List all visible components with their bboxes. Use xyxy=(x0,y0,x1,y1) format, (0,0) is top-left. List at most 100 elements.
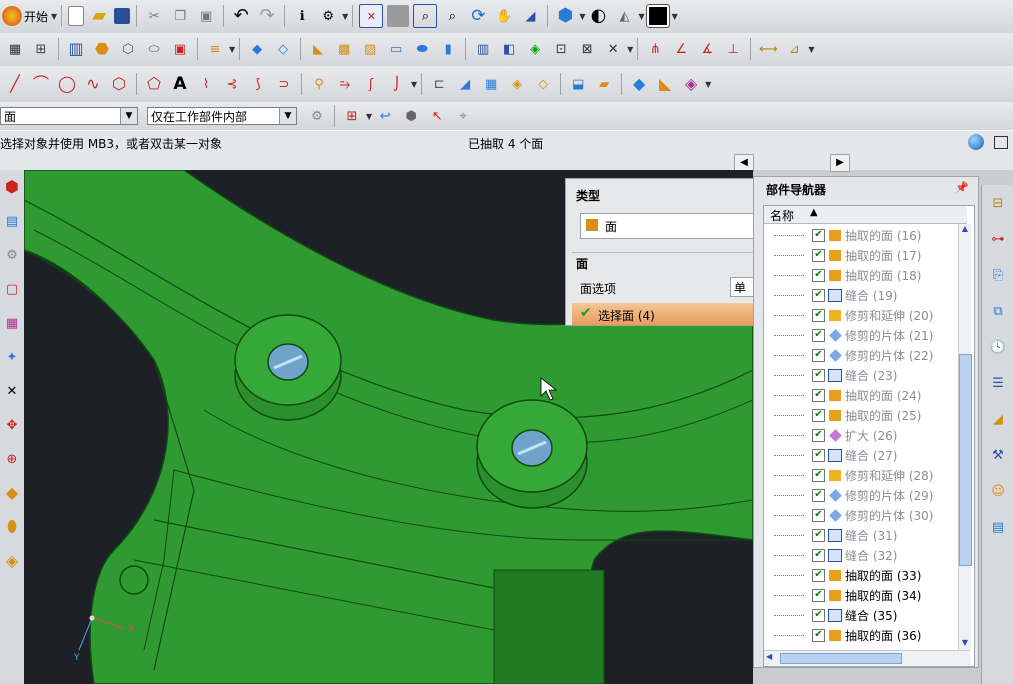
horizontal-scroll-thumb[interactable] xyxy=(780,653,902,664)
open-folder-icon[interactable]: ▰ xyxy=(88,5,110,27)
visibility-checkbox[interactable]: ✔ xyxy=(812,489,825,502)
navigator-item[interactable]: ✔ 修剪的片体 (29) xyxy=(774,486,964,505)
ruled-icon[interactable]: ⌡ xyxy=(386,73,408,95)
nav-right-button[interactable]: ▶ xyxy=(830,154,850,172)
view-cube-icon[interactable]: ⬢ xyxy=(554,5,576,27)
surface-icon[interactable]: ʃ xyxy=(360,73,382,95)
thicken-icon[interactable]: ◈ xyxy=(680,73,702,95)
visibility-checkbox[interactable]: ✔ xyxy=(812,289,825,302)
trim-body-icon[interactable]: ◇ xyxy=(532,73,554,95)
ellipse-icon[interactable]: ⬠ xyxy=(143,73,165,95)
datum-axis-icon[interactable]: ∡ xyxy=(696,38,718,60)
app-logo-icon[interactable] xyxy=(2,6,22,26)
cylinder-icon[interactable]: ⬣ xyxy=(91,38,113,60)
remove-face-icon[interactable]: ◈ xyxy=(1,550,23,572)
scroll-down-button[interactable]: ▼ xyxy=(959,638,971,650)
navigator-item[interactable]: ✔ 缝合 (31) xyxy=(774,526,964,545)
cube-select-icon[interactable]: ⬢ xyxy=(400,105,422,127)
navigator-item[interactable]: ✔ 修剪和延伸 (28) xyxy=(774,466,964,485)
sweep-icon[interactable]: ◢ xyxy=(454,73,476,95)
visibility-checkbox[interactable]: ✔ xyxy=(812,469,825,482)
navigator-item[interactable]: ✔ 抽取的面 (25) xyxy=(774,406,964,425)
face-section-header[interactable]: 面 xyxy=(576,255,588,272)
navigator-item[interactable]: ✔ 抽取的面 (17) xyxy=(774,246,964,265)
type-select[interactable]: 面 xyxy=(580,213,756,239)
navigator-item[interactable]: ✔ 缝合 (19) xyxy=(774,286,964,305)
scroll-left-button[interactable]: ◀ xyxy=(766,652,772,661)
visibility-checkbox[interactable]: ✔ xyxy=(812,569,825,582)
analysis-icon[interactable]: ⋔ xyxy=(644,38,666,60)
column-header[interactable]: 名称 ▲ xyxy=(764,206,967,224)
visibility-checkbox[interactable]: ✔ xyxy=(812,329,825,342)
new-file-icon[interactable] xyxy=(68,6,85,26)
history-icon[interactable]: 🕓 xyxy=(986,335,1010,359)
subtract-icon[interactable]: ▥ xyxy=(472,38,494,60)
visibility-checkbox[interactable]: ✔ xyxy=(812,309,825,322)
scroll-up-button[interactable]: ▲ xyxy=(959,224,971,236)
divide-icon[interactable]: ⥲ xyxy=(334,73,356,95)
arc-icon[interactable]: ⌒ xyxy=(30,73,52,95)
navigator-item[interactable]: ✔ 抽取的面 (18) xyxy=(774,266,964,285)
navigator-item[interactable]: ✔ 缝合 (35) xyxy=(774,606,964,625)
navigator-item[interactable]: ✔ 修剪的片体 (21) xyxy=(774,326,964,345)
feature-icon[interactable]: ⬡ xyxy=(117,38,139,60)
transform-icon[interactable]: ✦ xyxy=(1,346,23,368)
visibility-checkbox[interactable]: ✔ xyxy=(812,609,825,622)
boss-right[interactable] xyxy=(476,399,588,509)
redo-icon[interactable]: ↷ xyxy=(256,5,278,27)
offset-face-icon[interactable]: ◣ xyxy=(654,73,676,95)
type-section-header[interactable]: 类型 xyxy=(576,187,600,204)
undo-icon[interactable]: ↶ xyxy=(230,5,252,27)
pointer-icon[interactable]: ↖ xyxy=(426,105,448,127)
palette-icon[interactable]: ◢ xyxy=(986,407,1010,431)
visibility-checkbox[interactable]: ✔ xyxy=(812,269,825,282)
paste-icon[interactable]: ▣ xyxy=(195,5,217,27)
point-icon[interactable]: ⊥ xyxy=(722,38,744,60)
visibility-checkbox[interactable]: ✔ xyxy=(812,529,825,542)
through-curves-icon[interactable]: ⊏ xyxy=(428,73,450,95)
render-style-icon[interactable]: ◐ xyxy=(587,5,609,27)
join-icon[interactable]: ⊃ xyxy=(273,73,295,95)
filter-icon[interactable]: ⌖ xyxy=(452,105,474,127)
copy-icon[interactable]: ❐ xyxy=(169,5,191,27)
visibility-checkbox[interactable]: ✔ xyxy=(812,409,825,422)
spline-icon[interactable]: ∿ xyxy=(82,73,104,95)
circle-icon[interactable]: ◯ xyxy=(56,73,78,95)
process-studio-icon[interactable]: ⚒ xyxy=(986,443,1010,467)
line-icon[interactable]: ╱ xyxy=(4,73,26,95)
angle-icon[interactable]: ⊿ xyxy=(783,38,805,60)
block-icon[interactable]: ▥ xyxy=(65,38,87,60)
roles-icon[interactable]: ☺ xyxy=(986,479,1010,503)
zoom-area-icon[interactable]: ⌕ xyxy=(413,4,438,28)
distance-icon[interactable]: ⟷ xyxy=(757,38,779,60)
reuse-library-icon[interactable]: ⧉ xyxy=(986,299,1010,323)
extend-icon[interactable]: ⬓ xyxy=(567,73,589,95)
navigator-item[interactable]: ✔ 缝合 (27) xyxy=(774,446,964,465)
snap-point-icon[interactable]: ⊞ xyxy=(341,105,363,127)
unite-icon[interactable]: ▮ xyxy=(437,38,459,60)
shell-icon[interactable]: ◆ xyxy=(246,38,268,60)
gear-part-icon[interactable]: ⚙ xyxy=(1,244,23,266)
start-menu-button[interactable]: 开始 xyxy=(24,8,48,25)
zoom-icon[interactable]: ⌕ xyxy=(441,5,463,27)
pocket-icon[interactable]: ▩ xyxy=(333,38,355,60)
mesh-surface-icon[interactable]: ▦ xyxy=(1,312,23,334)
information-icon[interactable]: ℹ xyxy=(291,5,313,27)
navigator-item[interactable]: ✔ 缝合 (32) xyxy=(774,546,964,565)
scroll-thumb[interactable] xyxy=(959,354,972,566)
select-face-row[interactable]: ✔ 选择面 (4) xyxy=(572,303,754,325)
selection-scope-select[interactable]: 仅在工作部件内部 ▼ xyxy=(147,107,297,125)
axis-icon[interactable]: ⊡ xyxy=(550,38,572,60)
visibility-checkbox[interactable]: ✔ xyxy=(812,249,825,262)
shade-icon[interactable] xyxy=(387,5,410,27)
type-filter-select[interactable]: 面 ▼ xyxy=(0,107,138,125)
fit-icon[interactable]: ✕ xyxy=(359,4,384,28)
pan-icon[interactable]: ✋ xyxy=(493,5,515,27)
selection-settings-icon[interactable]: ⚙ xyxy=(306,105,328,127)
visibility-checkbox[interactable]: ✔ xyxy=(812,509,825,522)
window-icon[interactable] xyxy=(994,136,1008,149)
triad-icon[interactable]: ⊕ xyxy=(1,448,23,470)
text-icon[interactable]: A xyxy=(169,73,191,95)
navigator-item[interactable]: ✔ 抽取的面 (33) xyxy=(774,566,964,585)
horizontal-scrollbar[interactable]: ◀ xyxy=(764,650,970,665)
